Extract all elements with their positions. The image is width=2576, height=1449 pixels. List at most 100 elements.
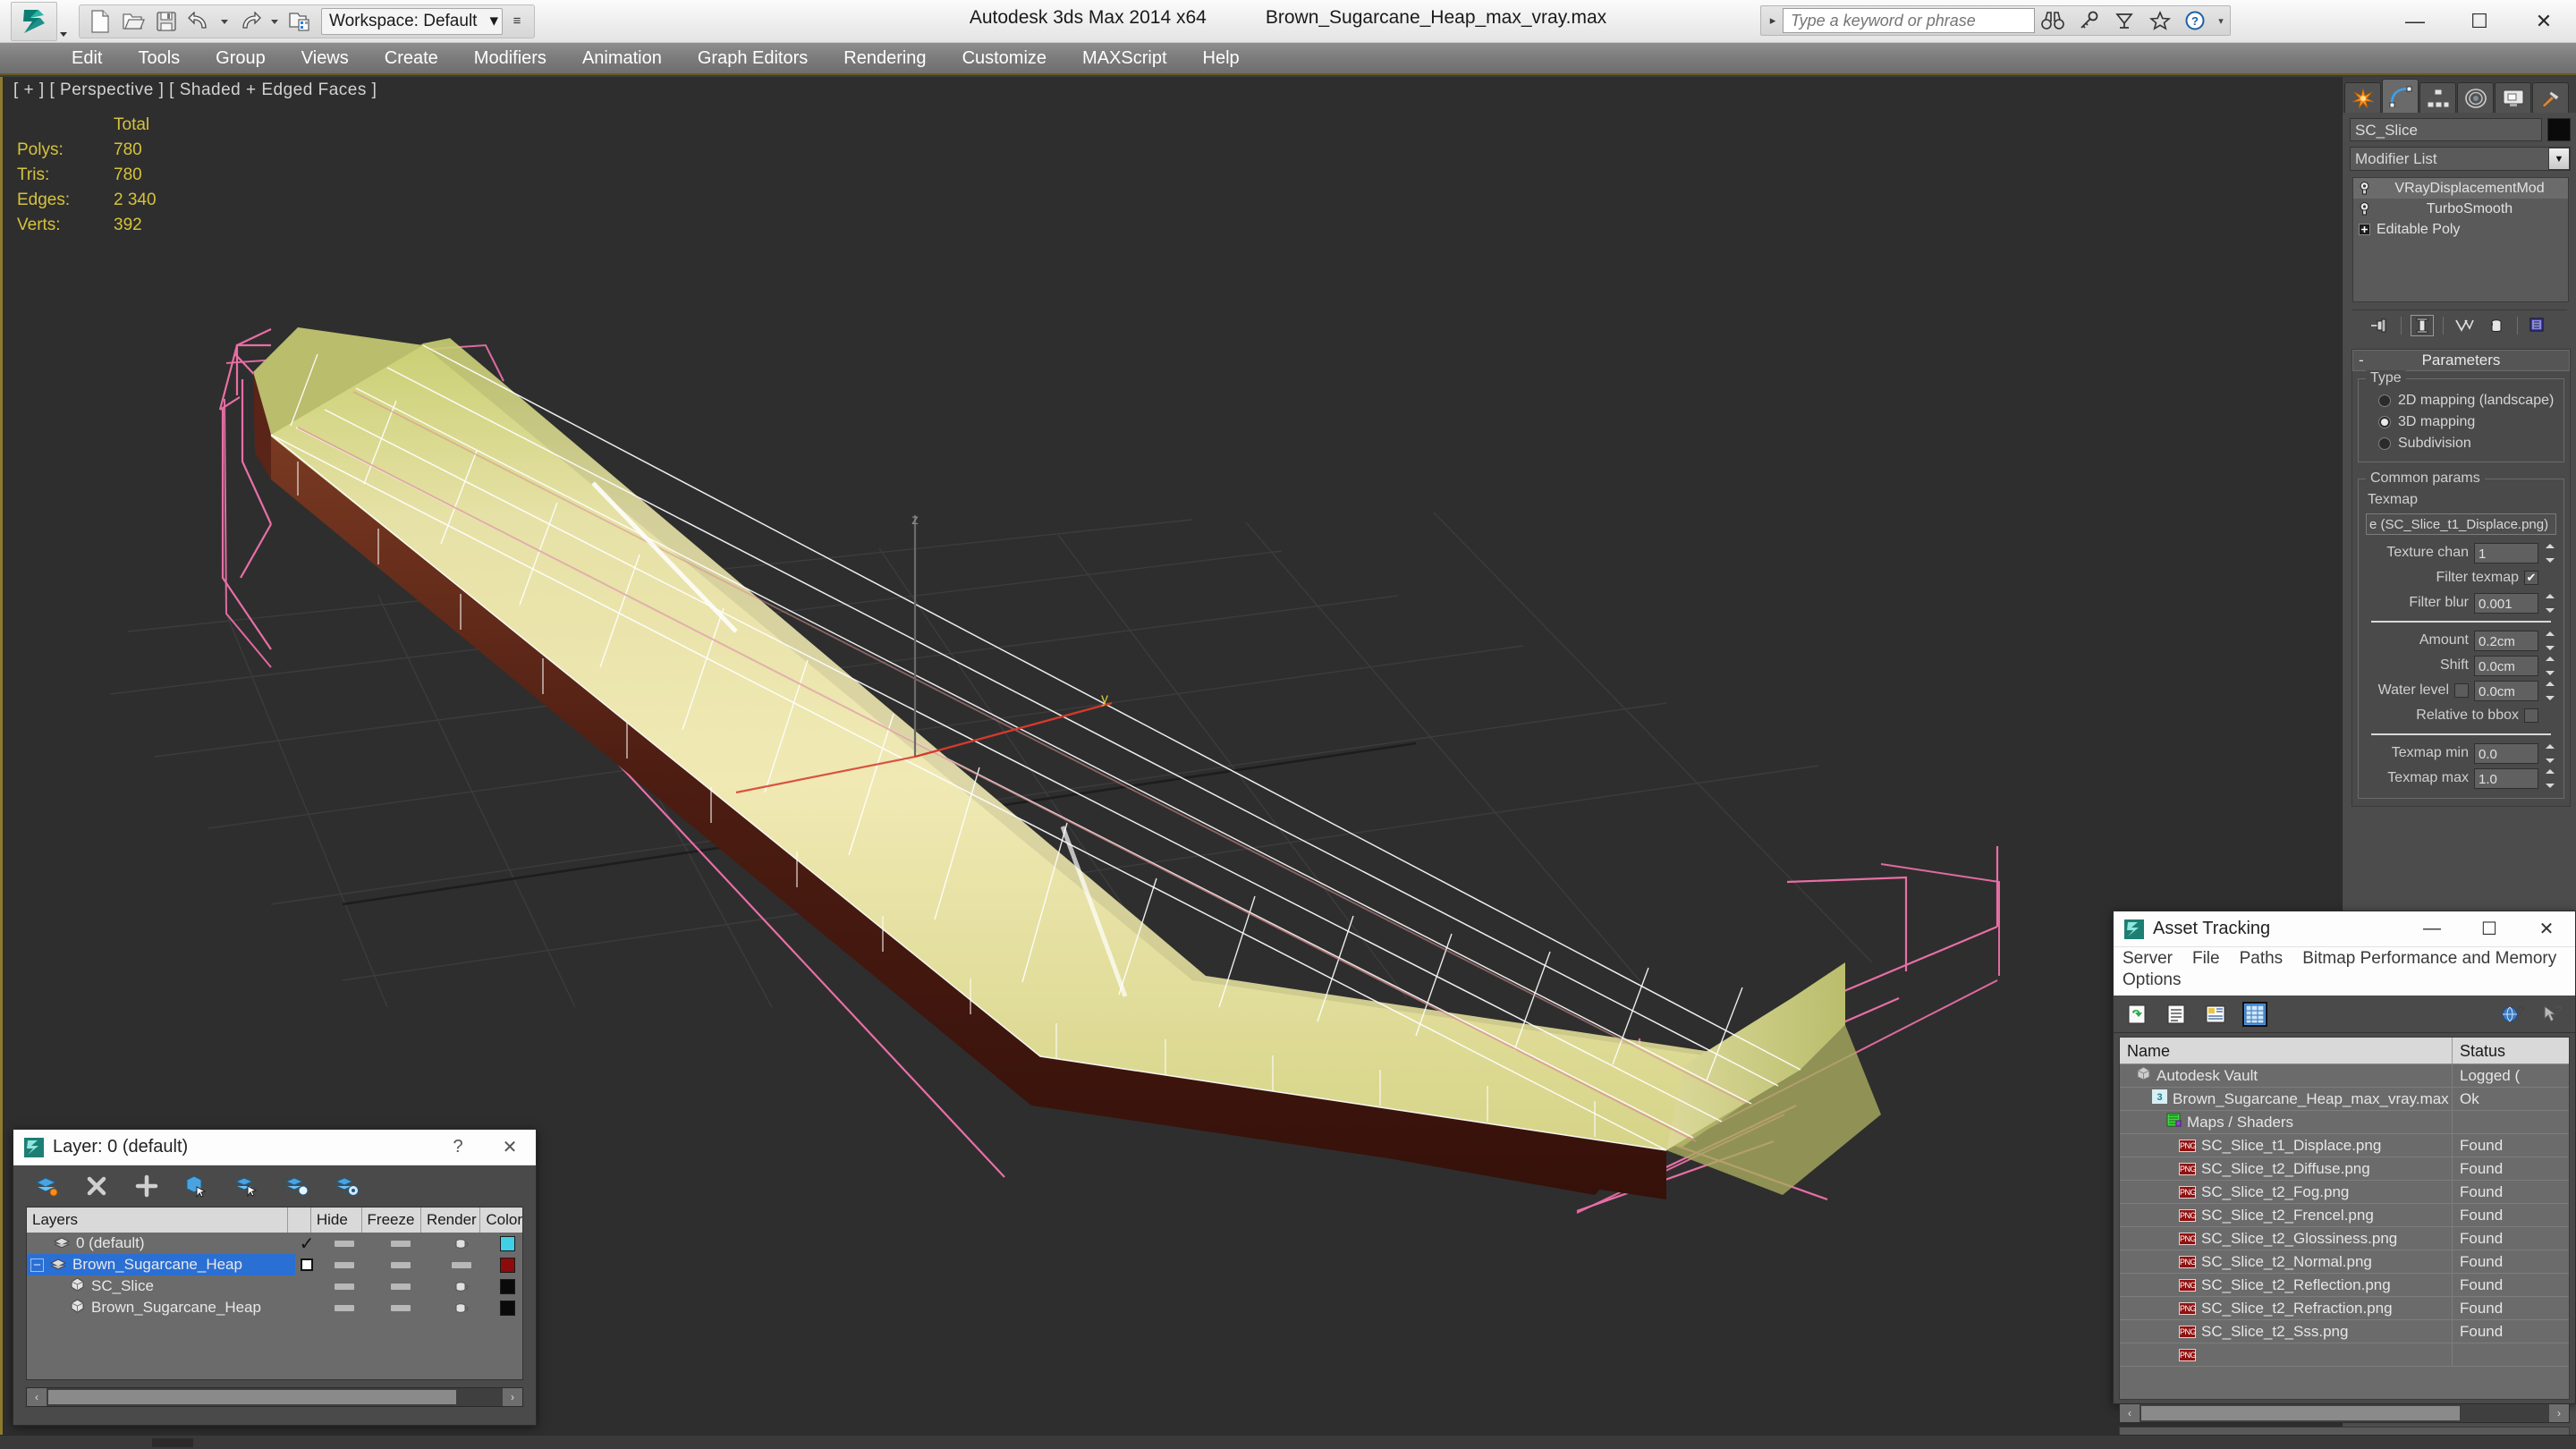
modifier-stack-item-turbosmooth[interactable]: TurboSmooth	[2353, 199, 2568, 219]
layer-color-swatch[interactable]	[492, 1278, 522, 1294]
at-menu-paths[interactable]: Paths	[2240, 949, 2284, 969]
help-dropdown-caret[interactable]: ▾	[2214, 7, 2228, 34]
menu-item-animation[interactable]: Animation	[564, 42, 680, 74]
freeze-toggle[interactable]	[370, 1283, 431, 1290]
redo-button[interactable]	[234, 7, 265, 36]
maximize-button[interactable]: ☐	[2447, 0, 2512, 43]
undo-dropdown-caret[interactable]	[217, 8, 232, 35]
asset-row-png[interactable]: PNG SC_Slice_t2_Glossiness.png Found	[2120, 1227, 2569, 1250]
asset-row-png[interactable]: PNG SC_Slice_t1_Displace.png Found	[2120, 1134, 2569, 1157]
menu-item-edit[interactable]: Edit	[54, 42, 120, 74]
layer-dialog-close-button[interactable]: ✕	[484, 1130, 536, 1165]
scroll-right-icon[interactable]: ›	[503, 1388, 522, 1406]
detail-view-icon[interactable]	[2203, 1002, 2228, 1027]
layer-row-brown-sugarcane-heap-object[interactable]: Brown_Sugarcane_Heap	[27, 1297, 522, 1318]
radio-icon[interactable]	[2378, 394, 2391, 407]
tab-create[interactable]	[2344, 82, 2381, 113]
menu-item-views[interactable]: Views	[284, 42, 367, 74]
shift-field[interactable]: 0.0cm	[2474, 655, 2538, 676]
scrollbar-thumb[interactable]	[48, 1390, 456, 1404]
open-file-button[interactable]	[118, 7, 148, 36]
select-objects-icon[interactable]	[183, 1173, 210, 1199]
lightbulb-icon[interactable]	[2357, 182, 2371, 196]
freeze-toggle[interactable]	[370, 1261, 431, 1268]
tab-modify[interactable]	[2382, 79, 2419, 113]
object-name-field[interactable]: SC_Slice	[2350, 118, 2542, 141]
texmap-max-field[interactable]: 1.0	[2474, 767, 2538, 789]
set-current-layer-icon[interactable]	[33, 1173, 60, 1199]
remove-modifier-icon[interactable]	[2485, 315, 2508, 336]
current-layer-check[interactable]: ✓	[295, 1233, 318, 1255]
render-toggle[interactable]	[431, 1237, 492, 1250]
filter-blur-field[interactable]: 0.001	[2474, 592, 2538, 614]
radio-icon[interactable]	[2378, 437, 2391, 450]
menu-item-rendering[interactable]: Rendering	[826, 42, 944, 74]
asset-row-png[interactable]: PNG SC_Slice_t2_Reflection.png Found	[2120, 1274, 2569, 1297]
layer-row-default[interactable]: 0 (default) ✓	[27, 1233, 522, 1254]
layer-list-horizontal-scrollbar[interactable]: ‹ ›	[26, 1387, 523, 1407]
hide-toggle[interactable]	[318, 1283, 370, 1290]
layer-list[interactable]: Layers Hide Freeze Render Color 0 (defau…	[26, 1207, 523, 1380]
delete-layer-icon[interactable]	[83, 1173, 110, 1199]
configure-sets-icon[interactable]	[2527, 315, 2550, 336]
water-level-checkbox[interactable]	[2454, 683, 2469, 698]
layer-color-swatch[interactable]	[492, 1235, 522, 1251]
water-level-field[interactable]: 0.0cm	[2474, 680, 2538, 701]
layer-row-sc-slice[interactable]: SC_Slice	[27, 1275, 522, 1297]
texmap-button[interactable]: e (SC_Slice_t1_Displace.png)	[2366, 513, 2556, 535]
scroll-left-icon[interactable]: ‹	[2120, 1404, 2140, 1422]
filter-blur-spinner[interactable]	[2544, 593, 2556, 614]
texmap-min-spinner[interactable]	[2544, 743, 2556, 764]
asset-row-png[interactable]: PNG SC_Slice_t2_Sss.png Found	[2120, 1320, 2569, 1343]
render-toggle[interactable]	[431, 1301, 492, 1314]
column-header-current[interactable]	[288, 1208, 311, 1233]
scrollbar-thumb[interactable]	[2141, 1406, 2460, 1420]
refresh-icon[interactable]	[2124, 1002, 2149, 1027]
pin-stack-icon[interactable]	[2368, 315, 2392, 336]
menu-item-graph-editors[interactable]: Graph Editors	[680, 42, 826, 74]
at-menu-bitmap-performance[interactable]: Bitmap Performance and Memory	[2302, 949, 2556, 969]
select-highlighted-icon[interactable]	[233, 1173, 260, 1199]
filter-texmap-checkbox[interactable]: ✔	[2524, 571, 2538, 585]
search-expand-icon[interactable]: ▸	[1763, 13, 1783, 28]
radio-2d-mapping[interactable]: 2D mapping (landscape)	[2364, 390, 2558, 411]
globe-help-icon[interactable]: ?	[2500, 1002, 2525, 1027]
modifier-stack-item-vraydisplacementmod[interactable]: VRayDisplacementMod	[2353, 178, 2568, 199]
asset-row-png[interactable]: PNG	[2120, 1343, 2569, 1367]
new-file-button[interactable]	[85, 7, 115, 36]
menu-item-modifiers[interactable]: Modifiers	[456, 42, 564, 74]
hide-toggle[interactable]	[318, 1261, 370, 1268]
close-button[interactable]: ✕	[2512, 0, 2576, 43]
texmap-max-spinner[interactable]	[2544, 768, 2556, 789]
chevron-down-icon[interactable]: ▼	[2548, 148, 2570, 170]
key-icon[interactable]	[2071, 6, 2106, 35]
highlight-selected-icon[interactable]	[284, 1173, 310, 1199]
amount-spinner[interactable]	[2544, 631, 2556, 651]
tab-utilities[interactable]	[2532, 82, 2569, 113]
asset-row-maps-shaders[interactable]: Maps / Shaders	[2120, 1111, 2569, 1134]
asset-row-autodesk-vault[interactable]: Autodesk Vault Logged (	[2120, 1064, 2569, 1088]
expander-icon[interactable]: −	[30, 1258, 44, 1272]
plus-box-icon[interactable]	[2357, 223, 2371, 237]
layer-properties-icon[interactable]	[334, 1173, 360, 1199]
object-color-swatch[interactable]	[2547, 118, 2571, 141]
asset-row-png[interactable]: PNG SC_Slice_t2_Fog.png Found	[2120, 1181, 2569, 1204]
column-header-name[interactable]: Name	[2120, 1038, 2453, 1063]
asset-tracking-minimize[interactable]: —	[2403, 911, 2461, 947]
set-project-folder-button[interactable]	[284, 7, 315, 36]
workspace-selector[interactable]: Workspace: Default ▾	[321, 7, 503, 35]
column-header-hide[interactable]: Hide	[311, 1208, 362, 1233]
application-menu-caret[interactable]	[57, 4, 70, 39]
asset-row-png[interactable]: PNG SC_Slice_t2_Frencel.png Found	[2120, 1204, 2569, 1227]
hide-toggle[interactable]	[318, 1304, 370, 1311]
menu-item-maxscript[interactable]: MAXScript	[1064, 42, 1184, 74]
list-view-icon[interactable]	[2164, 1002, 2189, 1027]
shift-spinner[interactable]	[2544, 656, 2556, 676]
at-menu-file[interactable]: File	[2192, 949, 2220, 969]
freeze-toggle[interactable]	[370, 1240, 431, 1247]
radio-icon[interactable]	[2378, 416, 2391, 428]
workspace-more-button[interactable]: ≡	[505, 13, 529, 29]
make-unique-icon[interactable]	[2453, 315, 2476, 336]
layer-color-swatch[interactable]	[492, 1300, 522, 1316]
column-header-freeze[interactable]: Freeze	[362, 1208, 421, 1233]
